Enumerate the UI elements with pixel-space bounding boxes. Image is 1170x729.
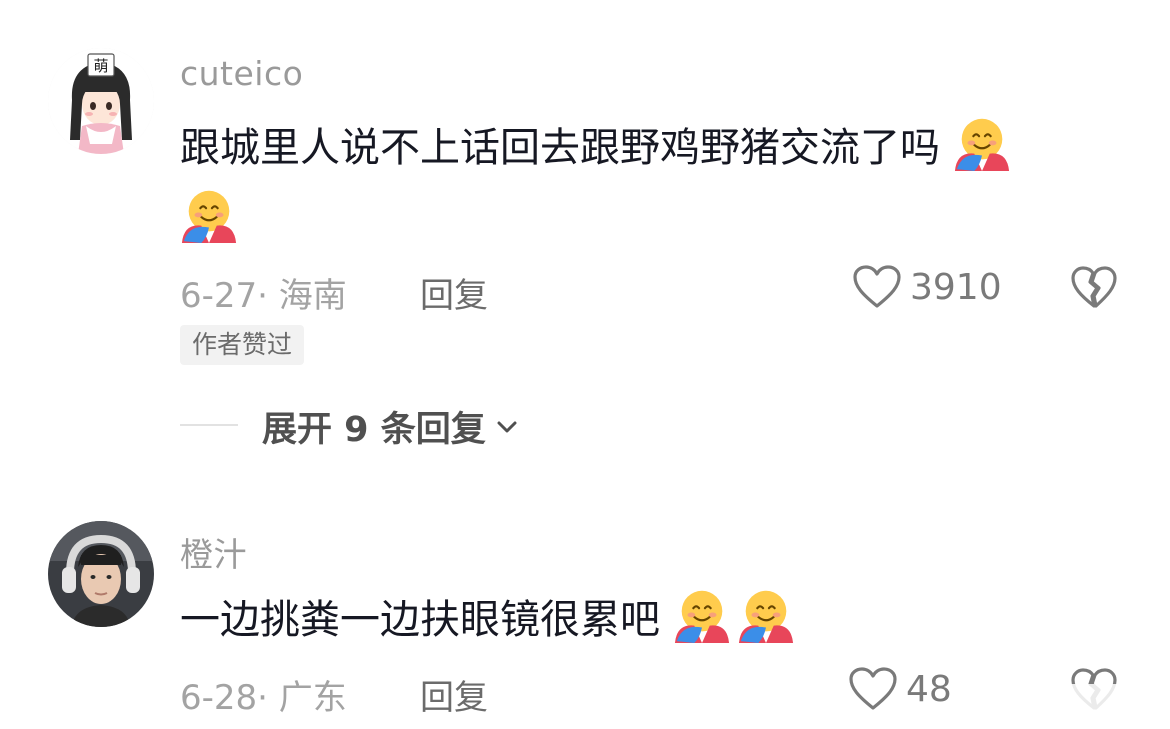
comment-text: 一边挑粪一边扶眼镜很累吧	[180, 584, 1100, 656]
hugging-face-emoji	[737, 585, 795, 643]
expand-replies-label: 展开 9 条回复	[262, 410, 486, 450]
svg-text:萌: 萌	[93, 57, 108, 75]
watermark-overlay	[958, 684, 1170, 729]
like-button[interactable]: 48	[848, 666, 952, 712]
chevron-down-icon	[497, 421, 517, 432]
comment-body: 一边挑粪一边扶眼镜很累吧	[180, 597, 660, 643]
avatar[interactable]	[48, 521, 154, 627]
hugging-face-emoji	[673, 585, 731, 643]
date-location: 6-28· 广东	[180, 678, 347, 718]
hugging-face-emoji	[953, 113, 1011, 171]
heart-icon	[849, 667, 897, 710]
author-liked-badge: 作者赞过	[180, 325, 305, 365]
username[interactable]: 橙汁	[180, 528, 247, 576]
reply-button[interactable]: 回复	[420, 670, 488, 719]
expand-replies-button[interactable]: 展开 9 条回复	[262, 401, 520, 452]
username[interactable]: cuteico	[180, 54, 303, 93]
like-count: 48	[906, 668, 952, 710]
like-button[interactable]: 3910	[852, 264, 1002, 310]
hugging-face-emoji	[180, 185, 238, 243]
avatar[interactable]: 萌	[48, 48, 154, 154]
like-count: 3910	[910, 266, 1002, 308]
comment-body: 跟城里人说不上话回去跟野鸡野猪交流了吗	[180, 125, 940, 171]
divider	[180, 424, 238, 426]
heart-icon	[853, 265, 901, 308]
reply-button[interactable]: 回复	[420, 268, 488, 317]
comment-text: 跟城里人说不上话回去跟野鸡野猪交流了吗	[180, 112, 1100, 256]
dislike-button[interactable]	[1070, 266, 1118, 314]
broken-heart-icon	[1071, 266, 1117, 308]
date-location: 6-27· 海南	[180, 276, 347, 316]
